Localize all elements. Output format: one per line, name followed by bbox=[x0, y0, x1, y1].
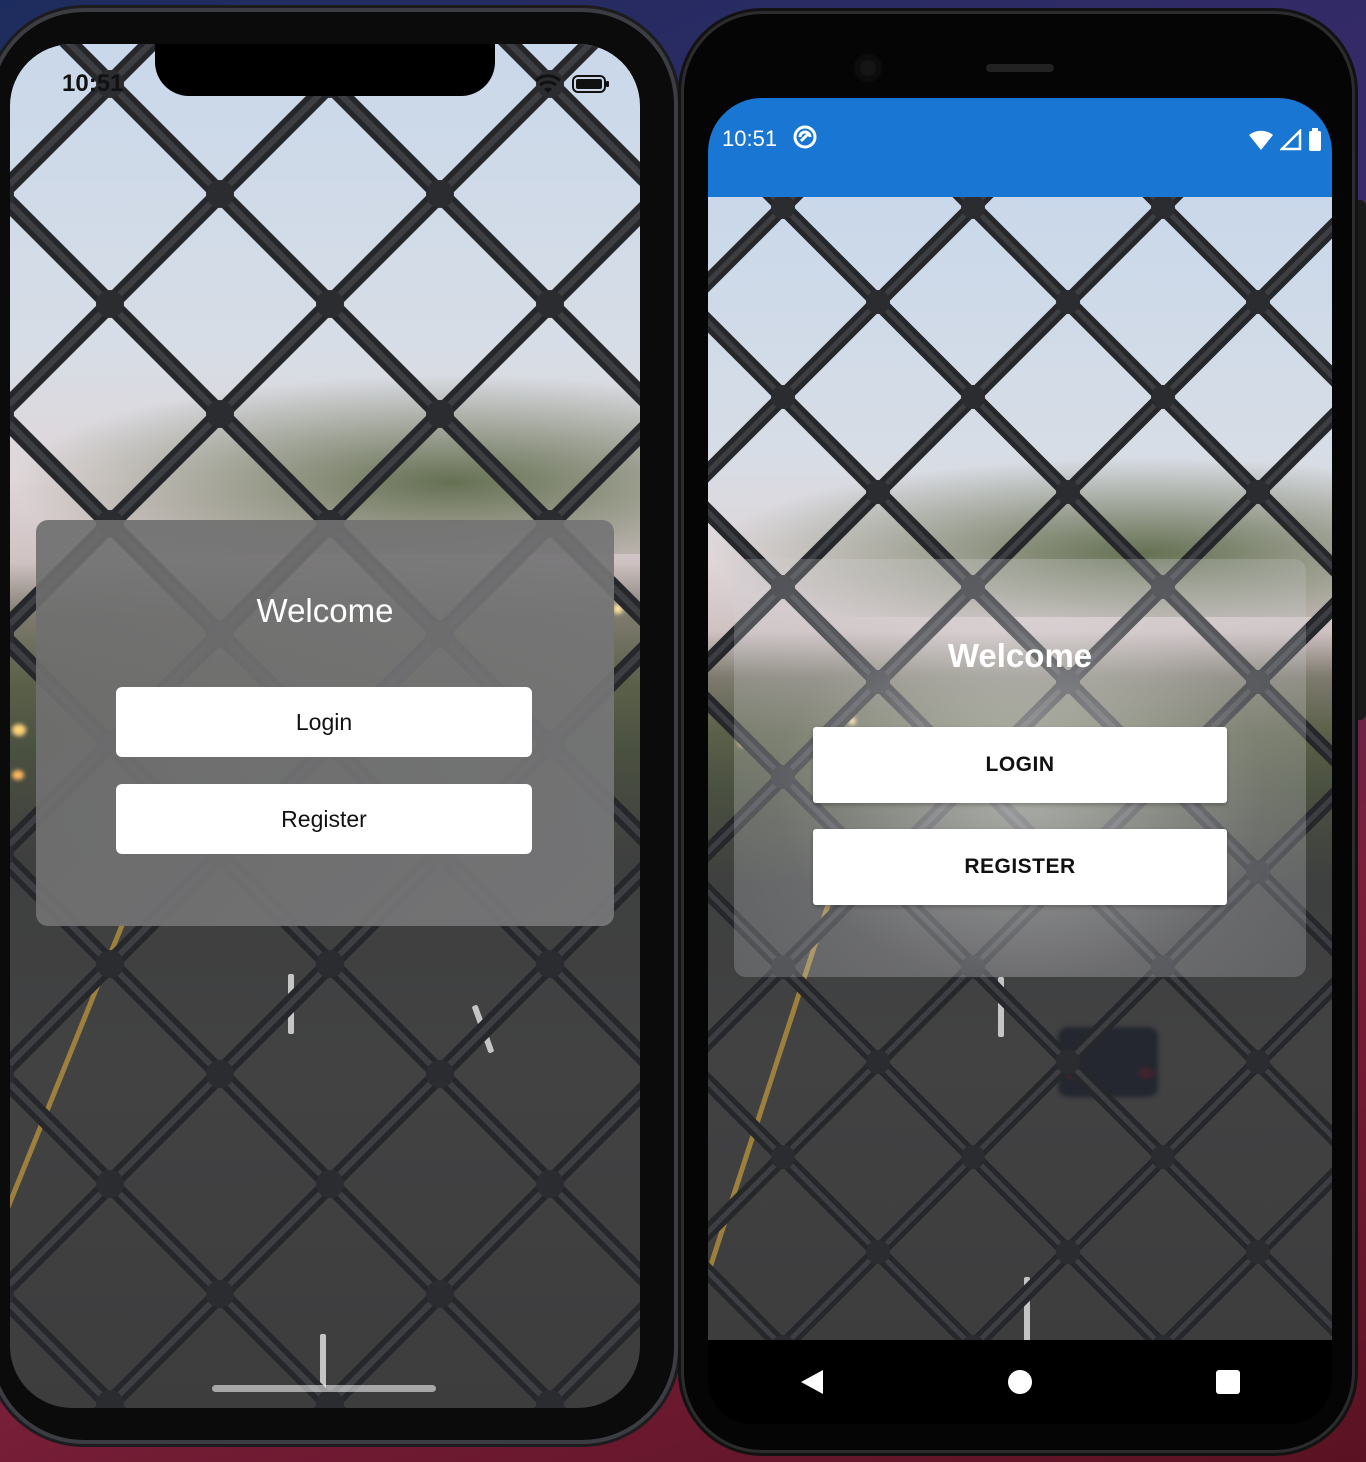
status-time: 10:51 bbox=[62, 70, 124, 97]
wifi-icon bbox=[1249, 130, 1273, 150]
welcome-title: Welcome bbox=[947, 637, 1093, 674]
status-time: 10:51 bbox=[722, 126, 778, 151]
cell-signal-icon bbox=[1280, 129, 1302, 151]
battery-icon bbox=[572, 75, 609, 93]
wifi-icon bbox=[535, 74, 561, 93]
ios-screen: 10:51 Welcome Login Register bbox=[10, 44, 640, 1408]
front-camera bbox=[854, 54, 882, 82]
sync-icon bbox=[793, 125, 817, 149]
login-button[interactable]: Login bbox=[116, 687, 532, 757]
android-side-button bbox=[1352, 200, 1366, 720]
register-button[interactable]: REGISTER bbox=[813, 829, 1227, 905]
welcome-title: Welcome bbox=[256, 592, 394, 629]
register-button[interactable]: Register bbox=[116, 784, 532, 854]
back-icon[interactable] bbox=[782, 1352, 842, 1412]
welcome-card: Welcome LOGIN REGISTER bbox=[734, 559, 1306, 977]
home-icon[interactable] bbox=[990, 1352, 1050, 1412]
iphone-device-frame: 10:51 Welcome Login Register bbox=[0, 12, 674, 1440]
android-nav-bar bbox=[708, 1340, 1332, 1424]
android-device-frame: 10:51 Welcome LOGIN REGISTER bbox=[684, 14, 1352, 1450]
android-status-bar: 10:51 bbox=[708, 98, 1332, 197]
earpiece-speaker bbox=[986, 64, 1054, 72]
battery-icon bbox=[1309, 128, 1321, 151]
login-button[interactable]: LOGIN bbox=[813, 727, 1227, 803]
android-content: Welcome LOGIN REGISTER bbox=[708, 197, 1332, 1340]
ios-status-bar: 10:51 bbox=[10, 44, 640, 134]
recents-icon[interactable] bbox=[1198, 1352, 1258, 1412]
welcome-card: Welcome Login Register bbox=[36, 520, 614, 926]
home-indicator[interactable] bbox=[212, 1385, 436, 1392]
android-screen: 10:51 Welcome LOGIN REGISTER bbox=[708, 98, 1332, 1424]
